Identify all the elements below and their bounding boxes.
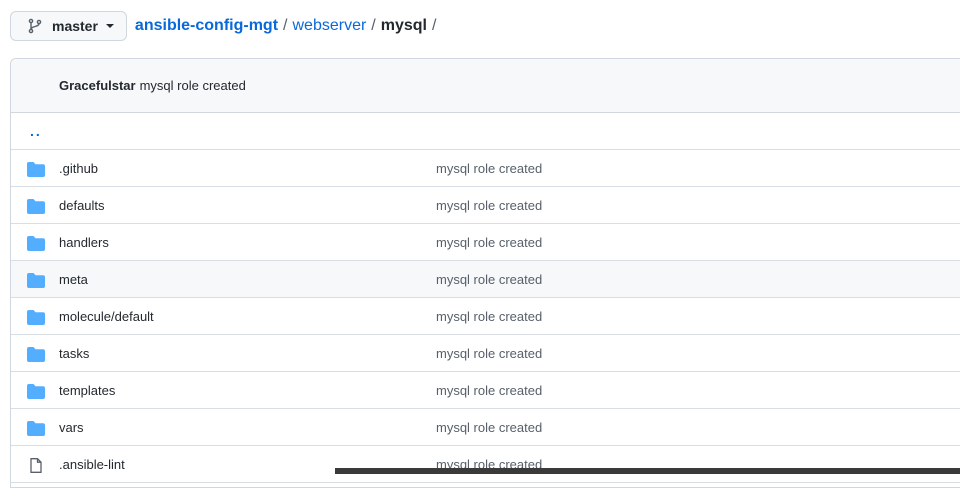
folder-icon bbox=[27, 384, 45, 399]
file-list: Gracefulstar mysql role created .. .gith… bbox=[10, 58, 960, 488]
file-commit-message-link[interactable]: mysql role created bbox=[436, 346, 542, 361]
branch-name: master bbox=[52, 18, 98, 34]
file-name-link[interactable]: templates bbox=[59, 383, 115, 398]
file-commit-message-link[interactable]: mysql role created bbox=[436, 272, 542, 287]
file-commit-message-link[interactable]: mysql role created bbox=[436, 309, 542, 324]
file-row[interactable]: vars mysql role created bbox=[11, 409, 960, 446]
file-name-link[interactable]: defaults bbox=[59, 198, 105, 213]
parent-directory-link[interactable]: .. bbox=[11, 113, 960, 150]
file-row[interactable]: .ansible-lint mysql role created bbox=[11, 446, 960, 483]
folder-icon bbox=[27, 421, 45, 436]
horizontal-scrollbar[interactable] bbox=[335, 468, 960, 474]
folder-icon bbox=[27, 162, 45, 177]
file-commit-message-link[interactable]: mysql role created bbox=[436, 383, 542, 398]
file-row[interactable]: meta mysql role created bbox=[11, 261, 960, 298]
file-commit-message-link[interactable]: mysql role created bbox=[436, 235, 542, 250]
file-name-link[interactable]: molecule/default bbox=[59, 309, 154, 324]
file-name-link[interactable]: vars bbox=[59, 420, 84, 435]
breadcrumb-separator: / bbox=[283, 17, 288, 34]
file-icon bbox=[27, 458, 45, 473]
repo-nav-bar: master ansible-config-mgt / webserver / … bbox=[10, 10, 960, 42]
latest-commit-bar: Gracefulstar mysql role created bbox=[11, 59, 960, 113]
breadcrumb-folder-link[interactable]: webserver bbox=[292, 17, 366, 35]
git-branch-icon bbox=[28, 18, 42, 34]
file-name-link[interactable]: handlers bbox=[59, 235, 109, 250]
file-row[interactable]: tasks mysql role created bbox=[11, 335, 960, 372]
branch-select-button[interactable]: master bbox=[10, 11, 127, 41]
commit-message[interactable]: mysql role created bbox=[140, 78, 246, 93]
folder-icon bbox=[27, 199, 45, 214]
file-name-link[interactable]: .github bbox=[59, 161, 98, 176]
file-row[interactable]: handlers mysql role created bbox=[11, 224, 960, 261]
file-rows: .github mysql role created defaults mysql r… bbox=[11, 150, 960, 483]
breadcrumb-repo-link[interactable]: ansible-config-mgt bbox=[135, 17, 278, 35]
file-row[interactable]: defaults mysql role created bbox=[11, 187, 960, 224]
folder-icon bbox=[27, 347, 45, 362]
chevron-down-icon bbox=[105, 24, 114, 28]
folder-icon bbox=[27, 236, 45, 251]
folder-icon bbox=[27, 310, 45, 325]
breadcrumb-current: mysql bbox=[380, 17, 427, 34]
folder-icon bbox=[27, 273, 45, 288]
file-row[interactable]: templates mysql role created bbox=[11, 372, 960, 409]
file-commit-message-link[interactable]: mysql role created bbox=[436, 420, 542, 435]
file-row[interactable]: molecule/default mysql role created bbox=[11, 298, 960, 335]
file-name-link[interactable]: meta bbox=[59, 272, 88, 287]
file-row[interactable]: .github mysql role created bbox=[11, 150, 960, 187]
breadcrumb: ansible-config-mgt / webserver / mysql / bbox=[135, 17, 442, 35]
commit-author[interactable]: Gracefulstar bbox=[59, 78, 136, 93]
file-name-link[interactable]: tasks bbox=[59, 346, 89, 361]
file-commit-message-link[interactable]: mysql role created bbox=[436, 161, 542, 176]
file-commit-message-link[interactable]: mysql role created bbox=[436, 198, 542, 213]
file-name-link[interactable]: .ansible-lint bbox=[59, 457, 125, 472]
breadcrumb-separator: / bbox=[371, 17, 376, 34]
breadcrumb-separator: / bbox=[432, 17, 437, 34]
